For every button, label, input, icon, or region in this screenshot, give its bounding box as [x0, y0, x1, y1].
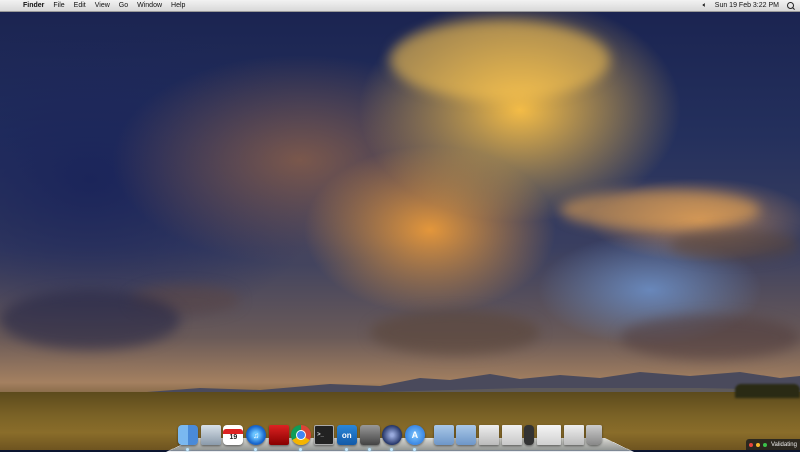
app-store-glyph: A [411, 430, 419, 440]
hard-drive-icon[interactable] [359, 425, 380, 451]
status-label: Validating [771, 441, 797, 448]
close-light-icon [749, 442, 753, 447]
finder-icon[interactable] [178, 425, 198, 451]
desktop-wallpaper [0, 0, 800, 450]
applications-folder-icon[interactable] [433, 425, 454, 445]
terminal-prompt: >_ [317, 432, 324, 438]
on-app-label: on [341, 430, 352, 440]
cloud [670, 230, 800, 260]
mail-icon[interactable] [200, 425, 221, 445]
chrome-icon[interactable] [291, 425, 312, 451]
menu-go[interactable]: Go [119, 0, 128, 11]
dock: 19 ♫ >_ on A [178, 419, 605, 451]
window-stack-icon[interactable] [537, 425, 561, 445]
itunes-icon[interactable]: ♫ [246, 425, 267, 451]
menu-window[interactable]: Window [137, 0, 162, 11]
menu-clock[interactable]: Sun 19 Feb 3:22 PM [715, 2, 779, 9]
app-store-icon[interactable]: A [404, 425, 425, 451]
cloud [370, 310, 540, 355]
speaker-icon[interactable]: 🔈︎ [703, 2, 707, 10]
cloud [0, 290, 180, 350]
red-book-icon[interactable] [268, 425, 289, 445]
globe-icon[interactable] [382, 425, 403, 451]
zoom-light-icon [763, 442, 767, 447]
menu-file[interactable]: File [53, 0, 64, 11]
dark-stack-icon[interactable] [524, 425, 535, 445]
calendar-icon[interactable]: 19 [223, 425, 244, 445]
on-app-icon[interactable]: on [336, 425, 357, 451]
menu-app-name[interactable]: Finder [23, 0, 44, 11]
trees [735, 384, 800, 398]
terminal-icon[interactable]: >_ [314, 425, 335, 445]
menu-view[interactable]: View [95, 0, 110, 11]
downloads-stack-icon[interactable] [501, 425, 522, 445]
cloud [560, 190, 760, 230]
status-widget[interactable]: Validating [746, 439, 800, 450]
menu-edit[interactable]: Edit [74, 0, 86, 11]
screenshot-stack-icon[interactable] [563, 425, 584, 445]
document-stack-icon[interactable] [478, 425, 499, 445]
spotlight-icon[interactable] [787, 2, 794, 9]
menu-extras: 🔈︎ Sun 19 Feb 3:22 PM [695, 2, 794, 10]
cloud [390, 20, 610, 100]
menu-bar: Finder File Edit View Go Window Help 🔈︎ … [0, 0, 800, 12]
menu-help[interactable]: Help [171, 0, 185, 11]
calendar-day: 19 [229, 434, 238, 441]
minimize-light-icon [756, 442, 760, 447]
trash-icon[interactable] [586, 425, 603, 445]
documents-folder-icon[interactable] [456, 425, 477, 445]
cloud [620, 315, 800, 360]
